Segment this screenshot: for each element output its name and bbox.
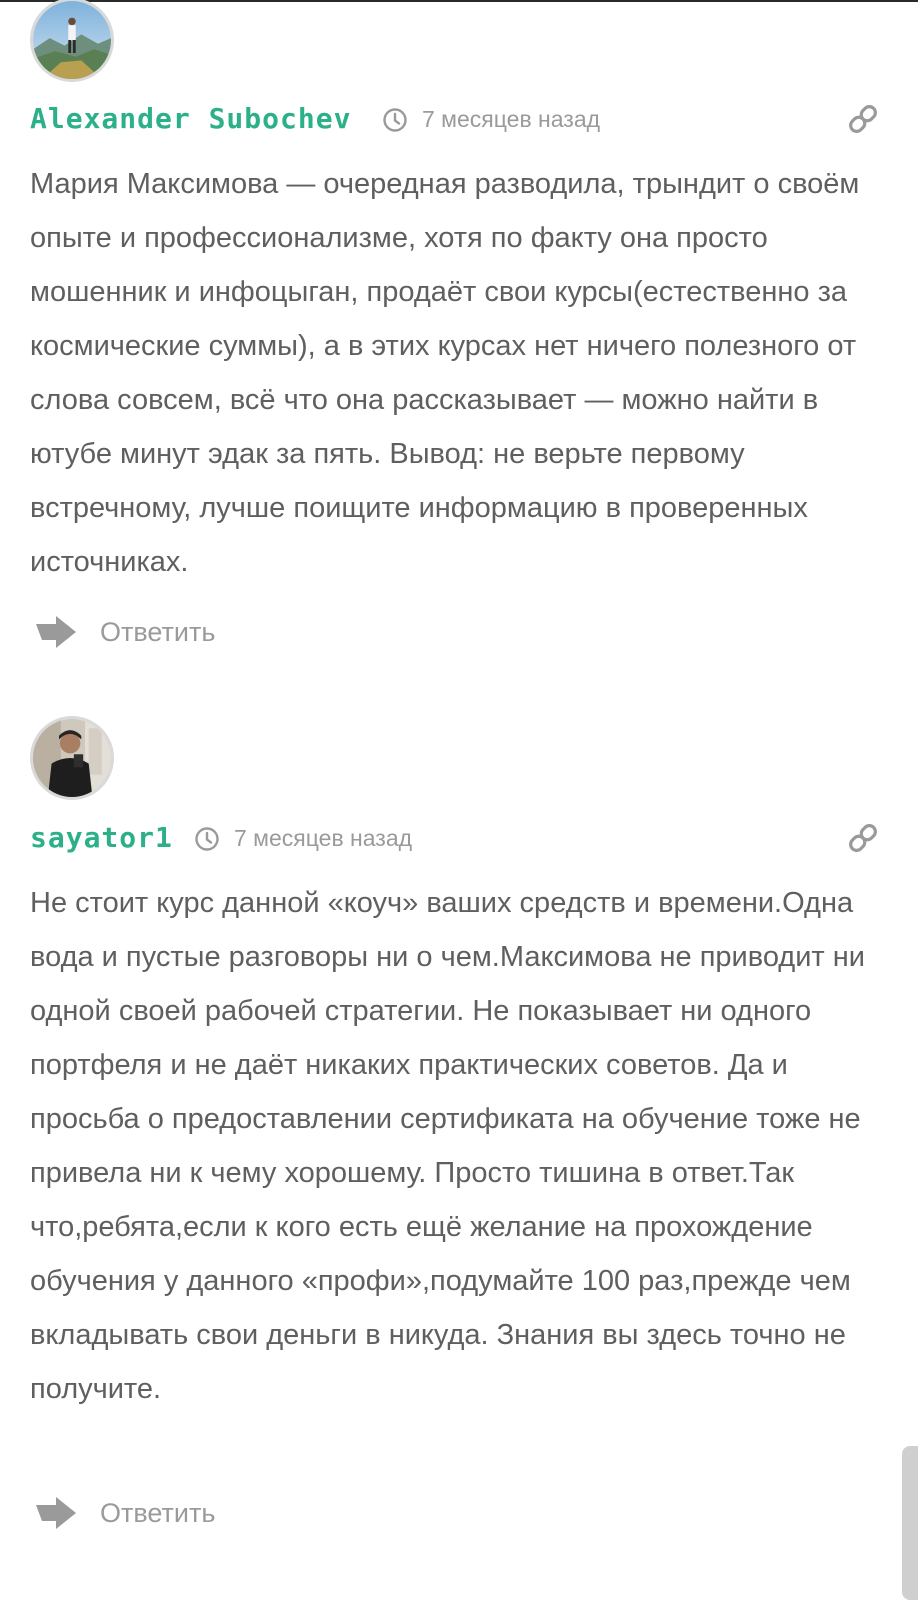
comment-time[interactable]: 7 месяцев назад xyxy=(194,825,412,852)
reply-arrow-icon xyxy=(36,616,76,648)
comment-author[interactable]: Alexander Subochev xyxy=(30,102,351,135)
avatar-photo xyxy=(33,1,111,79)
avatar[interactable] xyxy=(30,0,114,82)
clock-icon xyxy=(383,107,407,132)
comment-meta: Alexander Subochev 7 месяцев назад xyxy=(30,98,880,142)
reply-button[interactable]: Ответить xyxy=(34,614,215,650)
comment-author[interactable]: sayator1 xyxy=(30,821,173,854)
permalink-button[interactable] xyxy=(846,102,880,136)
reply-button[interactable]: Ответить xyxy=(34,1495,215,1531)
scrollbar[interactable] xyxy=(902,1446,918,1600)
permalink-button[interactable] xyxy=(846,821,880,855)
avatar[interactable] xyxy=(30,716,114,800)
comment-time[interactable]: 7 месяцев назад xyxy=(382,106,600,133)
comment-text: Не стоит курс данной «коуч» ваших средст… xyxy=(30,887,865,1405)
clock-icon xyxy=(195,826,219,851)
link-icon xyxy=(849,824,877,852)
comment: Alexander Subochev 7 месяцев назад Мария… xyxy=(30,0,880,680)
reply-label: Ответить xyxy=(100,616,216,647)
reply-label: Ответить xyxy=(100,1497,216,1528)
avatar-photo xyxy=(33,719,111,797)
comment-meta: sayator1 7 месяцев назад xyxy=(30,817,880,861)
comment: sayator1 7 месяцев назад Не стоит курс д… xyxy=(30,714,880,1554)
reply-arrow-icon xyxy=(36,1497,76,1529)
comment-time-text: 7 месяцев назад xyxy=(422,106,601,132)
link-icon xyxy=(849,105,877,133)
comment-text: Мария Максимова — очередная разводила, т… xyxy=(30,168,860,578)
comment-time-text: 7 месяцев назад xyxy=(234,825,413,851)
